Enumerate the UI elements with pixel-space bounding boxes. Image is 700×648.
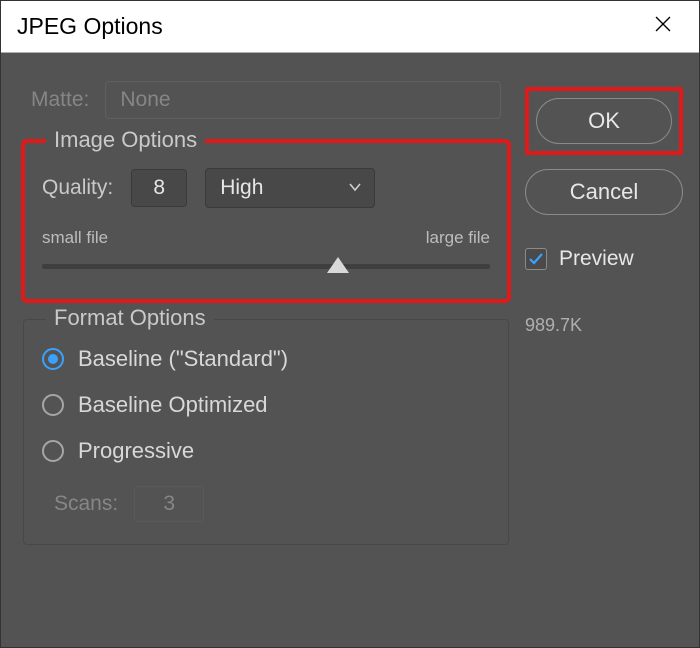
image-options-group: Image Options Quality: 8 High small file…: [23, 141, 509, 301]
slider-track: [42, 264, 490, 269]
radio-label: Baseline Optimized: [78, 392, 268, 418]
radio-option-1[interactable]: Baseline Optimized: [42, 392, 490, 418]
radio-indicator: [42, 440, 64, 462]
radio-indicator: [42, 348, 64, 370]
large-file-label: large file: [426, 228, 490, 248]
preview-label: Preview: [559, 247, 634, 271]
matte-label: Matte:: [31, 88, 89, 112]
cancel-button[interactable]: Cancel: [525, 169, 683, 215]
ok-button[interactable]: OK: [536, 98, 672, 144]
filesize-readout: 989.7K: [525, 315, 683, 336]
format-options-label: Format Options: [46, 305, 214, 331]
small-file-label: small file: [42, 228, 108, 248]
jpeg-options-dialog: JPEG Options Matte: None Image Options Q…: [0, 0, 700, 648]
titlebar: JPEG Options: [1, 1, 699, 53]
slider-thumb[interactable]: [327, 257, 349, 273]
matte-select[interactable]: None: [105, 81, 501, 119]
quality-preset-value: High: [220, 176, 263, 200]
format-options-group: Format Options Baseline ("Standard")Base…: [23, 319, 509, 545]
close-button[interactable]: [643, 7, 683, 47]
preview-checkbox[interactable]: [525, 248, 547, 270]
radio-option-0[interactable]: Baseline ("Standard"): [42, 346, 490, 372]
quality-input[interactable]: 8: [131, 169, 187, 207]
scans-select: 3: [134, 486, 204, 522]
window-title: JPEG Options: [17, 13, 643, 40]
scans-label: Scans:: [54, 492, 118, 516]
matte-value: None: [120, 88, 170, 112]
check-icon: [528, 251, 544, 267]
image-options-label: Image Options: [46, 127, 205, 153]
radio-label: Baseline ("Standard"): [78, 346, 288, 372]
close-icon: [653, 14, 673, 39]
matte-row: Matte: None: [17, 73, 515, 123]
quality-slider[interactable]: [42, 258, 490, 278]
radio-indicator: [42, 394, 64, 416]
quality-preset-select[interactable]: High: [205, 168, 375, 208]
quality-label: Quality:: [42, 176, 113, 200]
radio-label: Progressive: [78, 438, 194, 464]
chevron-down-icon: [348, 176, 362, 200]
ok-highlight: OK: [525, 87, 683, 155]
scans-value: 3: [163, 492, 175, 516]
radio-option-2[interactable]: Progressive: [42, 438, 490, 464]
